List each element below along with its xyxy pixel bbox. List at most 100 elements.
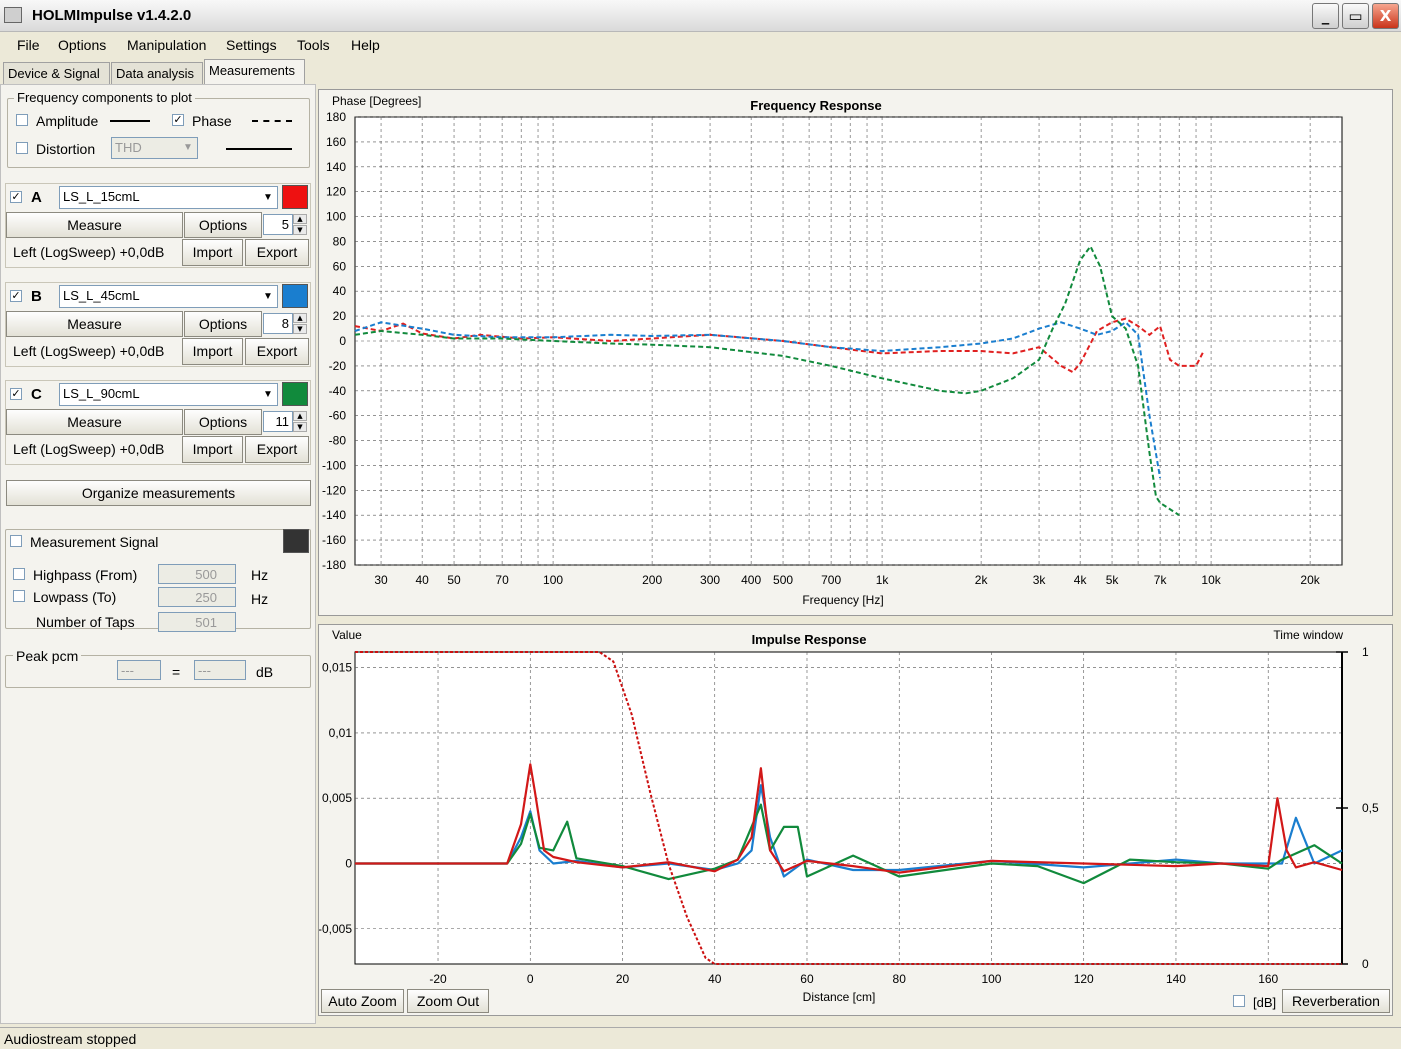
maximize-button[interactable]: ▭ <box>1342 3 1369 29</box>
highpass-input[interactable]: 500 <box>158 564 236 584</box>
import-button[interactable]: Import <box>182 239 243 266</box>
export-button[interactable]: Export <box>245 239 309 266</box>
spin-down-icon[interactable]: ▼ <box>293 422 307 432</box>
highpass-checkbox[interactable] <box>13 568 25 580</box>
frequency-response-panel: 180 160 140 120 100 80 60 40 20 0 -20 -40 -60 -80 -100… <box>318 89 1393 616</box>
tab-device-signal[interactable]: Device & Signal <box>3 62 110 84</box>
peak-unit: dB <box>256 664 274 680</box>
distortion-line-sample <box>226 148 292 150</box>
menu-options[interactable]: Options <box>58 37 106 53</box>
y-tick-label: 160 <box>326 135 346 149</box>
tab-data-analysis[interactable]: Data analysis <box>111 62 203 84</box>
db-label: [dB] <box>1253 995 1277 1010</box>
export-button[interactable]: Export <box>245 338 309 365</box>
chevron-down-icon: ▼ <box>263 389 273 400</box>
measurement-letter: A <box>31 189 42 206</box>
auto-zoom-button[interactable]: Auto Zoom <box>321 989 404 1013</box>
phase-checkbox[interactable]: ✓ <box>172 114 184 126</box>
averages-spinbox[interactable]: 11 <box>263 411 293 432</box>
spin-down-icon[interactable]: ▼ <box>293 225 307 235</box>
distortion-select-value: THD <box>115 140 142 155</box>
measurement-checkbox[interactable]: ✓ <box>10 290 22 302</box>
close-button[interactable]: X <box>1372 3 1399 29</box>
menu-settings[interactable]: Settings <box>226 37 277 53</box>
y-tick-label: 0 <box>339 334 346 348</box>
x-tick-label: 80 <box>893 972 907 986</box>
measurement-color-swatch[interactable] <box>282 185 308 209</box>
measurement-name-select[interactable]: LS_L_90cmL ▼ <box>59 383 278 406</box>
amplitude-checkbox[interactable] <box>16 114 28 126</box>
measurement-info: Left (LogSweep) +0,0dB <box>13 244 165 260</box>
menu-file[interactable]: File <box>17 37 40 53</box>
measurement-name-select[interactable]: LS_L_45cmL ▼ <box>59 285 278 308</box>
peak-value-2: --- <box>194 660 246 680</box>
import-button[interactable]: Import <box>182 436 243 463</box>
spin-up-icon[interactable]: ▲ <box>293 313 307 323</box>
y-tick-label: -0,005 <box>319 922 352 936</box>
tab-measurements[interactable]: Measurements <box>204 59 305 85</box>
lowpass-input[interactable]: 250 <box>158 587 236 607</box>
signal-color-swatch[interactable] <box>283 529 309 553</box>
menu-manipulation[interactable]: Manipulation <box>127 37 206 53</box>
y-tick-label: 40 <box>333 284 347 298</box>
y-tick-label: 0,01 <box>329 726 353 740</box>
y2-tick-label: 0,5 <box>1362 801 1379 815</box>
minimize-button[interactable]: _ <box>1312 3 1339 29</box>
import-button[interactable]: Import <box>182 338 243 365</box>
measurement-signal-checkbox[interactable] <box>10 535 22 547</box>
lowpass-checkbox[interactable] <box>13 590 25 602</box>
x-tick-label: 160 <box>1258 972 1278 986</box>
export-button[interactable]: Export <box>245 436 309 463</box>
chevron-down-icon: ▼ <box>263 192 273 203</box>
lowpass-label: Lowpass (To) <box>33 589 117 605</box>
measure-button[interactable]: Measure <box>6 409 183 435</box>
highpass-unit: Hz <box>251 567 269 583</box>
y-tick-label: 0,005 <box>322 791 352 805</box>
chart-title: Impulse Response <box>752 632 867 647</box>
y2-tick-label: 1 <box>1362 645 1369 659</box>
measurement-checkbox[interactable]: ✓ <box>10 388 22 400</box>
reverberation-button[interactable]: Reverberation <box>1282 989 1390 1013</box>
spin-up-icon[interactable]: ▲ <box>293 411 307 421</box>
distortion-checkbox[interactable] <box>16 142 28 154</box>
options-button[interactable]: Options <box>184 212 262 238</box>
measurement-color-swatch[interactable] <box>282 382 308 406</box>
x-tick-label: 10k <box>1201 573 1221 587</box>
measure-button[interactable]: Measure <box>6 212 183 238</box>
y-tick-label: 180 <box>326 110 346 124</box>
distortion-select[interactable]: THD ▼ <box>111 137 198 159</box>
zoom-out-button[interactable]: Zoom Out <box>407 989 489 1013</box>
menu-help[interactable]: Help <box>351 37 380 53</box>
measurement-info: Left (LogSweep) +0,0dB <box>13 343 165 359</box>
options-button[interactable]: Options <box>184 409 262 435</box>
x-tick-label: 0 <box>527 972 534 986</box>
y-tick-label: -160 <box>322 533 346 547</box>
y-tick-label: 80 <box>333 234 347 248</box>
db-checkbox[interactable] <box>1233 995 1245 1007</box>
x-tick-label: 500 <box>773 573 793 587</box>
measurement-name-select[interactable]: LS_L_15cmL ▼ <box>59 186 278 209</box>
averages-spinbox[interactable]: 8 <box>263 313 293 334</box>
measurement-info: Left (LogSweep) +0,0dB <box>13 441 165 457</box>
measurement-name: LS_L_15cmL <box>63 189 140 204</box>
y-tick-label: -100 <box>322 458 346 472</box>
taps-label: Number of Taps <box>36 614 135 630</box>
measurement-name: LS_L_45cmL <box>63 288 140 303</box>
measure-button[interactable]: Measure <box>6 311 183 337</box>
frequency-response-chart[interactable]: 180160140120100806040200-20-40-60-80-100… <box>319 90 1394 617</box>
organize-measurements-button[interactable]: Organize measurements <box>6 480 311 506</box>
spin-up-icon[interactable]: ▲ <box>293 214 307 224</box>
x-tick-label: 140 <box>1166 972 1186 986</box>
measurement-color-swatch[interactable] <box>282 284 308 308</box>
averages-spinbox[interactable]: 5 <box>263 214 293 235</box>
y-tick-label: 60 <box>333 259 347 273</box>
window-title: HOLMImpulse v1.4.2.0 <box>32 7 192 24</box>
options-button[interactable]: Options <box>184 311 262 337</box>
spin-down-icon[interactable]: ▼ <box>293 324 307 334</box>
impulse-response-chart[interactable]: -20 0 20 40 60 80 100 120 140 160 0,015 0,01 0,005 0 -… <box>318 625 1394 1017</box>
measurement-checkbox[interactable]: ✓ <box>10 191 22 203</box>
menu-bar: File Options Manipulation Settings Tools… <box>0 33 1401 57</box>
menu-tools[interactable]: Tools <box>297 37 330 53</box>
chevron-down-icon: ▼ <box>183 142 193 153</box>
taps-input[interactable]: 501 <box>158 612 236 632</box>
